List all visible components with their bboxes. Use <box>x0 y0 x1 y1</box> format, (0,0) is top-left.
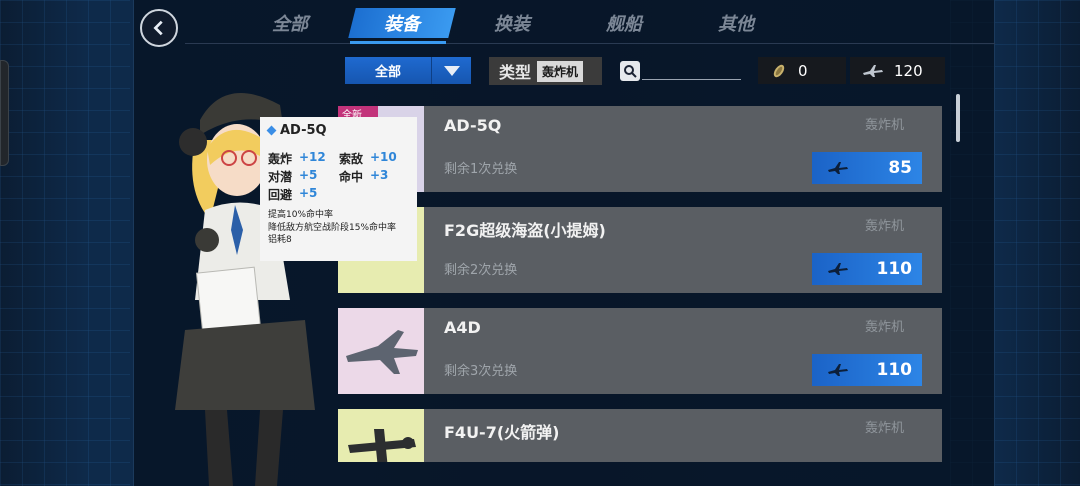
diamond-icon <box>266 125 277 136</box>
aircraft-icon <box>863 64 883 77</box>
tooltip-stats: 轰炸 +12 索敌 +10 对潜 +5 命中 +3 回避 +5 <box>268 150 409 203</box>
desc-line: 铝耗8 <box>268 235 292 245</box>
item-tooltip: AD-5Q 轰炸 +12 索敌 +10 对潜 +5 命中 +3 回避 +5 提高… <box>260 117 417 261</box>
item-kind: 轰炸机 <box>864 118 904 133</box>
tooltip-item-name: AD-5Q <box>280 123 327 138</box>
resource-counter-2: 120 <box>850 57 945 84</box>
back-button[interactable] <box>140 9 178 47</box>
list-item[interactable]: F2G超级海盗(小提姆) 剩余2次兑换 轰炸机 110 <box>338 207 942 293</box>
tab-other[interactable]: 其他 <box>686 8 786 38</box>
desc-line: 降低敌方航空战阶段15%命中率 <box>268 222 397 233</box>
type-filter-value: 轰炸机 <box>537 60 584 82</box>
stat-label: 轰炸 <box>268 152 293 166</box>
item-price: 110 <box>876 360 913 380</box>
buy-button[interactable]: 110 <box>812 354 922 386</box>
resource-1-value: 0 <box>798 61 808 80</box>
chevron-left-icon <box>153 20 163 36</box>
stat-label: 索敌 <box>339 152 364 166</box>
stat-value: +3 <box>370 168 389 182</box>
jet-icon <box>346 330 418 374</box>
item-name: A4D <box>444 318 481 337</box>
tab-equipment[interactable]: 装备 <box>348 8 456 38</box>
item-remaining: 剩余2次兑换 <box>444 263 518 278</box>
type-filter[interactable]: 类型 轰炸机 <box>489 57 602 85</box>
stat-value: +10 <box>370 150 397 164</box>
item-price: 85 <box>888 158 912 178</box>
left-grid-decoration <box>0 0 130 486</box>
aircraft-icon <box>828 162 848 174</box>
item-kind: 轰炸机 <box>864 421 904 436</box>
tab-all[interactable]: 全部 <box>240 8 340 38</box>
stat-value: +5 <box>299 168 318 182</box>
item-name: F4U-7(火箭弹) <box>444 423 560 442</box>
aircraft-icon <box>828 263 848 275</box>
side-pull-tab[interactable] <box>0 60 9 166</box>
stat-value: +12 <box>299 150 326 164</box>
item-remaining: 剩余3次兑换 <box>444 364 518 379</box>
search-input[interactable] <box>642 60 741 78</box>
item-remaining: 剩余1次兑换 <box>444 162 518 177</box>
list-scrollbar[interactable] <box>956 94 960 142</box>
tooltip-title: AD-5Q <box>266 123 409 138</box>
resource-2-value: 120 <box>894 61 923 80</box>
desc-line: 提高10%命中率 <box>268 210 334 220</box>
item-list[interactable]: 全新 AD-5Q 剩余1次兑换 轰炸机 85 F2G超级海盗(小提姆) 剩余2次… <box>338 106 942 462</box>
active-tab-underline <box>350 41 446 44</box>
tab-ships[interactable]: 舰船 <box>574 8 674 38</box>
list-item[interactable]: F4U-7(火箭弹) 轰炸机 <box>338 409 942 462</box>
stat-label: 对潜 <box>268 170 293 184</box>
buy-button[interactable]: 110 <box>812 253 922 285</box>
propeller-plane-icon <box>348 429 416 462</box>
tooltip-description: 提高10%命中率 降低敌方航空战阶段15%命中率 铝耗8 <box>268 209 409 247</box>
item-name: AD-5Q <box>444 116 502 135</box>
stat-value: +5 <box>299 186 318 200</box>
search-icon[interactable] <box>620 61 640 81</box>
item-kind: 轰炸机 <box>864 320 904 335</box>
item-kind: 轰炸机 <box>864 219 904 234</box>
item-name: F2G超级海盗(小提姆) <box>444 221 606 240</box>
dropdown-arrow-icon <box>431 57 471 84</box>
category-tabs: 全部 装备 换装 舰船 其他 <box>230 8 790 44</box>
resource-counter-1: 0 <box>758 57 846 84</box>
filter-dropdown-value: 全部 <box>374 65 401 80</box>
list-item[interactable]: A4D 剩余3次兑换 轰炸机 110 <box>338 308 942 394</box>
list-item[interactable]: 全新 AD-5Q 剩余1次兑换 轰炸机 85 <box>338 106 942 192</box>
stat-label: 回避 <box>268 188 293 202</box>
medal-icon <box>773 64 785 77</box>
buy-button[interactable]: 85 <box>812 152 922 184</box>
filter-dropdown[interactable]: 全部 <box>345 57 471 84</box>
tabs-divider <box>185 43 995 44</box>
item-price: 110 <box>876 259 913 279</box>
item-thumbnail <box>338 308 424 394</box>
search-underline <box>642 79 741 80</box>
item-thumbnail <box>338 409 424 462</box>
aircraft-icon <box>828 364 848 376</box>
type-filter-label: 类型 <box>499 63 532 82</box>
stat-label: 命中 <box>339 170 364 184</box>
tab-skins[interactable]: 换装 <box>462 8 562 38</box>
